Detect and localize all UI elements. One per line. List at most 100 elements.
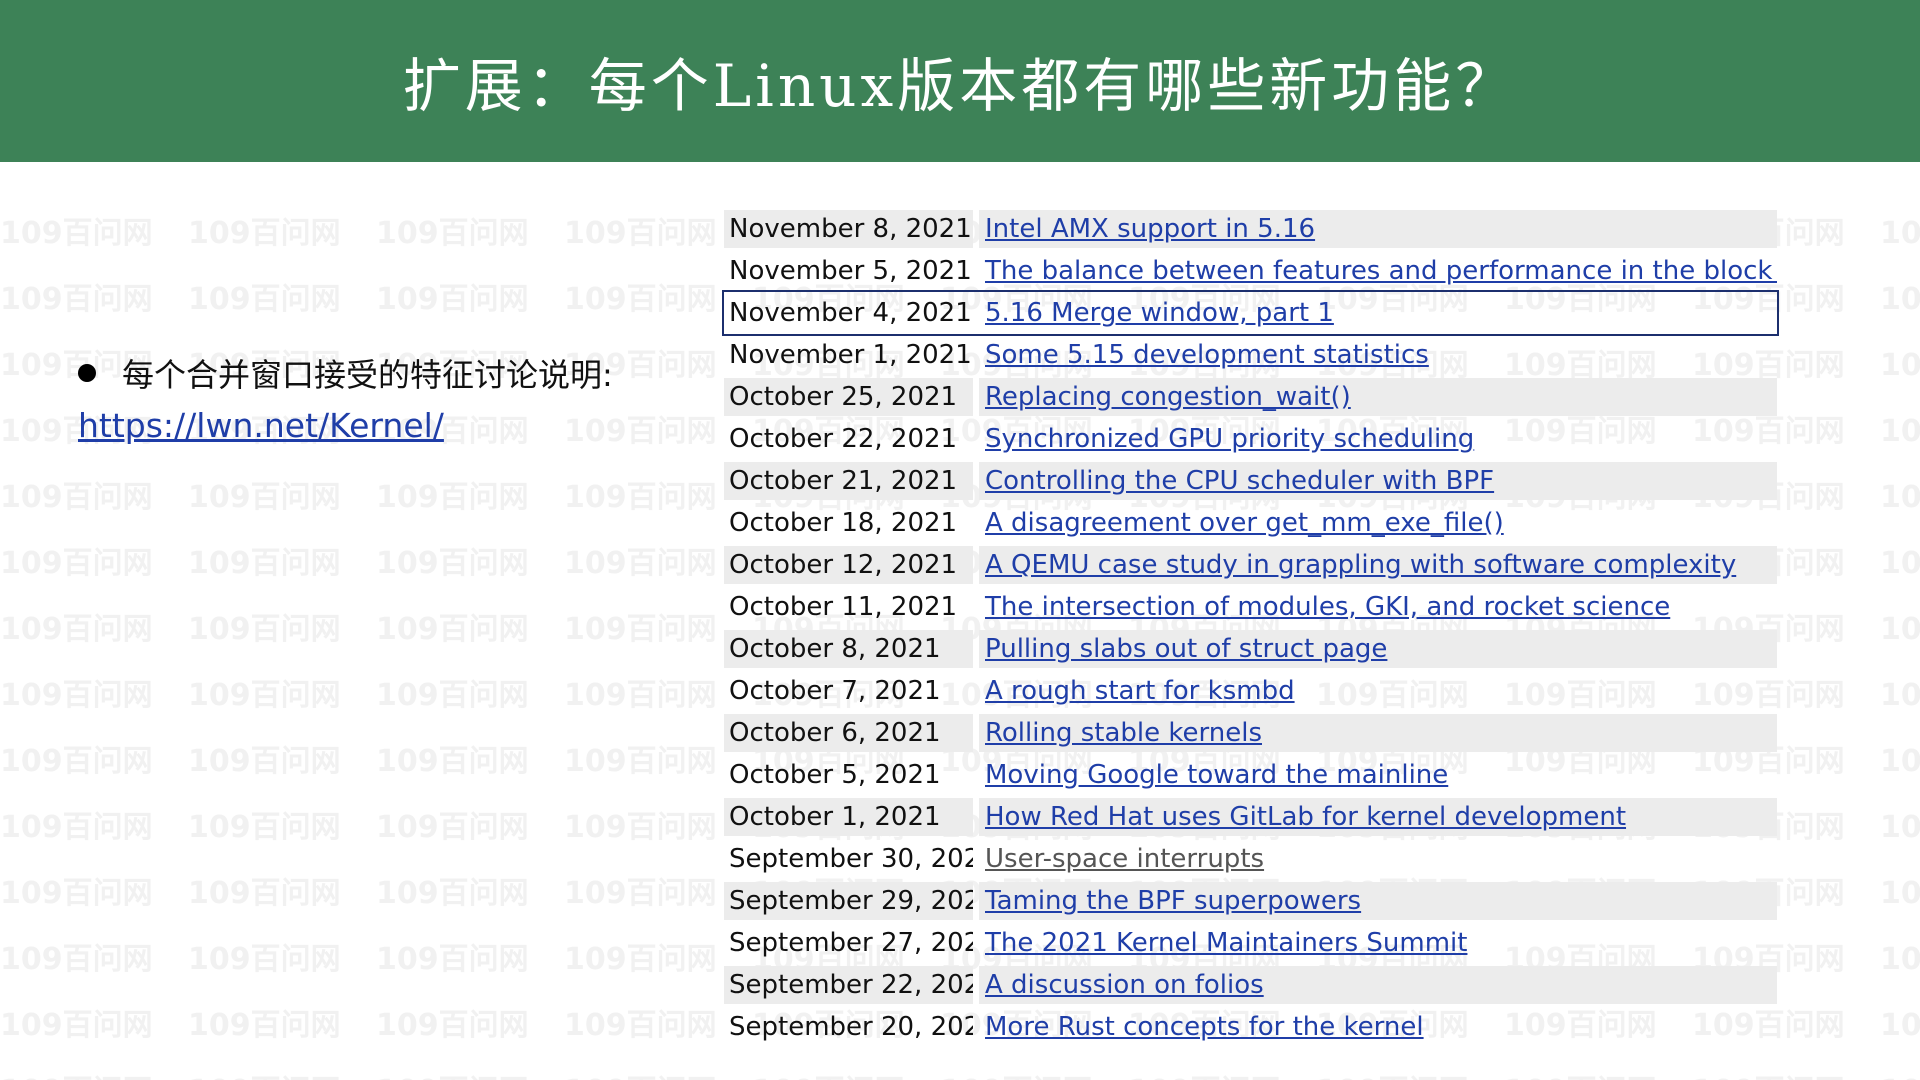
article-title-cell: Rolling stable kernels [979,714,1777,752]
article-link[interactable]: A disagreement over get_mm_exe_file() [985,508,1504,538]
article-date: September 29, 2021 [724,882,973,920]
article-link[interactable]: The intersection of modules, GKI, and ro… [985,592,1670,622]
lwn-kernel-link[interactable]: https://lwn.net/Kernel/ [78,406,678,445]
watermark-logo: 109百问网 [188,1066,376,1080]
watermark-logo: 109百问网 [1880,942,1920,977]
article-link[interactable]: A QEMU case study in grappling with soft… [985,550,1736,580]
article-date: November 4, 2021 [729,298,972,328]
watermark-logo: 109百问网 [376,282,529,317]
article-link-visited[interactable]: User-space interrupts [985,844,1264,874]
watermark-logo: 109百问网 [1880,744,1920,779]
watermark-logo: 109百问网 [188,744,341,779]
table-row: October 12, 2021 A QEMU case study in gr… [724,544,1777,586]
watermark-logo: 109百问网 [1692,1066,1880,1080]
watermark-logo: 109百问网 [1316,1066,1504,1080]
article-date: November 5, 2021 [729,256,972,286]
article-title-cell: Pulling slabs out of struct page [979,630,1777,668]
watermark-logo: 109百问网 [1128,1066,1316,1080]
watermark-logo: 109百问网 [1880,1008,1920,1043]
bullet-item: 每个合并窗口接受的特征讨论说明: [78,350,678,396]
table-row: October 1, 2021 How Red Hat uses GitLab … [724,796,1777,838]
article-link[interactable]: Rolling stable kernels [985,718,1262,748]
watermark-logo: 109百问网 [376,744,529,779]
table-row: October 22, 2021 Synchronized GPU priori… [724,418,1777,460]
article-title-cell: How Red Hat uses GitLab for kernel devel… [979,798,1777,836]
article-date: September 30, 2021 [729,844,973,874]
article-title-cell: The 2021 Kernel Maintainers Summit [979,924,1777,962]
watermark-logo: 109百问网 [0,1008,153,1043]
watermark-logo: 109百问网 [188,876,341,911]
article-date: October 8, 2021 [724,630,973,668]
article-title-cell: A discussion on folios [979,966,1777,1004]
watermark-logo: 109百问网 [188,216,341,251]
article-title-cell: User-space interrupts [979,840,1777,878]
table-row: October 5, 2021 Moving Google toward the… [724,754,1777,796]
watermark-logo: 109百问网 [1880,1066,1920,1080]
watermark-logo: 109百问网 [1880,282,1920,317]
article-link[interactable]: Pulling slabs out of struct page [985,634,1387,664]
watermark-logo: 109百问网 [0,612,153,647]
watermark-logo: 109百问网 [188,480,341,515]
article-title-cell: The balance between features and perform… [979,252,1777,290]
watermark-logo: 109百问网 [376,612,529,647]
article-link[interactable]: A rough start for ksmbd [985,676,1295,706]
article-date: October 25, 2021 [724,378,973,416]
watermark-logo: 109百问网 [0,216,153,251]
watermark-logo: 109百问网 [188,942,341,977]
watermark-logo: 109百问网 [376,216,529,251]
article-date: September 27, 2021 [729,928,973,958]
watermark-logo: 109百问网 [1880,810,1920,845]
table-row: October 25, 2021 Replacing congestion_wa… [724,376,1777,418]
article-date: September 22, 2021 [724,966,973,1004]
article-link[interactable]: Replacing congestion_wait() [985,382,1351,412]
table-row-selected[interactable]: November 4, 2021 5.16 Merge window, part… [722,290,1779,336]
watermark-logo: 109百问网 [376,480,529,515]
article-link[interactable]: Some 5.15 development statistics [985,340,1429,370]
watermark-logo: 109百问网 [752,1066,940,1080]
watermark-logo: 109百问网 [376,546,529,581]
article-link[interactable]: 5.16 Merge window, part 1 [985,298,1334,328]
watermark-logo: 109百问网 [376,810,529,845]
article-date: October 7, 2021 [729,676,941,706]
table-row: September 20, 2021 More Rust concepts fo… [724,1006,1777,1048]
article-link[interactable]: Controlling the CPU scheduler with BPF [985,466,1494,496]
watermark-logo: 109百问网 [1880,216,1920,251]
article-link[interactable]: The balance between features and perform… [985,256,1777,286]
watermark-logo: 109百问网 [188,282,341,317]
article-link[interactable]: A discussion on folios [985,970,1264,1000]
watermark-logo: 109百问网 [1880,546,1920,581]
article-link[interactable]: Moving Google toward the mainline [985,760,1448,790]
watermark-logo: 109百问网 [0,942,153,977]
article-title-cell: Some 5.15 development statistics [979,336,1777,374]
watermark-logo: 109百问网 [1504,1066,1692,1080]
article-link[interactable]: More Rust concepts for the kernel [985,1012,1424,1042]
watermark-logo: 109百问网 [188,612,341,647]
slide: 109百问网109百问网109百问网109百问网109百问网109百问网109百… [0,0,1920,1080]
watermark-logo: 109百问网 [1880,414,1920,449]
article-link[interactable]: How Red Hat uses GitLab for kernel devel… [985,802,1626,832]
article-title-cell: A disagreement over get_mm_exe_file() [979,504,1777,542]
watermark-logo: 109百问网 [1880,876,1920,911]
article-date: October 12, 2021 [724,546,973,584]
table-row: October 6, 2021 Rolling stable kernels [724,712,1777,754]
watermark-logo: 109百问网 [0,1066,188,1080]
title-bar: 扩展：每个Linux版本都有哪些新功能？ [0,0,1920,162]
watermark-logo: 109百问网 [188,546,341,581]
article-link[interactable]: Taming the BPF superpowers [985,886,1361,916]
watermark-logo: 109百问网 [564,1066,752,1080]
table-row: October 18, 2021 A disagreement over get… [724,502,1777,544]
watermark-logo: 109百问网 [0,810,153,845]
article-link[interactable]: Intel AMX support in 5.16 [985,214,1315,244]
article-date: October 1, 2021 [724,798,973,836]
article-date: September 20, 2021 [729,1012,973,1042]
article-date: November 1, 2021 [729,340,972,370]
watermark-logo: 109百问网 [0,678,153,713]
article-title-cell: 5.16 Merge window, part 1 [979,294,1777,332]
bullet-block: 每个合并窗口接受的特征讨论说明: https://lwn.net/Kernel/ [78,350,678,445]
article-link[interactable]: The 2021 Kernel Maintainers Summit [985,928,1467,958]
table-row: September 27, 2021 The 2021 Kernel Maint… [724,922,1777,964]
watermark-logo: 109百问网 [1880,348,1920,383]
article-title-cell: The intersection of modules, GKI, and ro… [979,588,1777,626]
article-title-cell: Synchronized GPU priority scheduling [979,420,1777,458]
article-link[interactable]: Synchronized GPU priority scheduling [985,424,1474,454]
